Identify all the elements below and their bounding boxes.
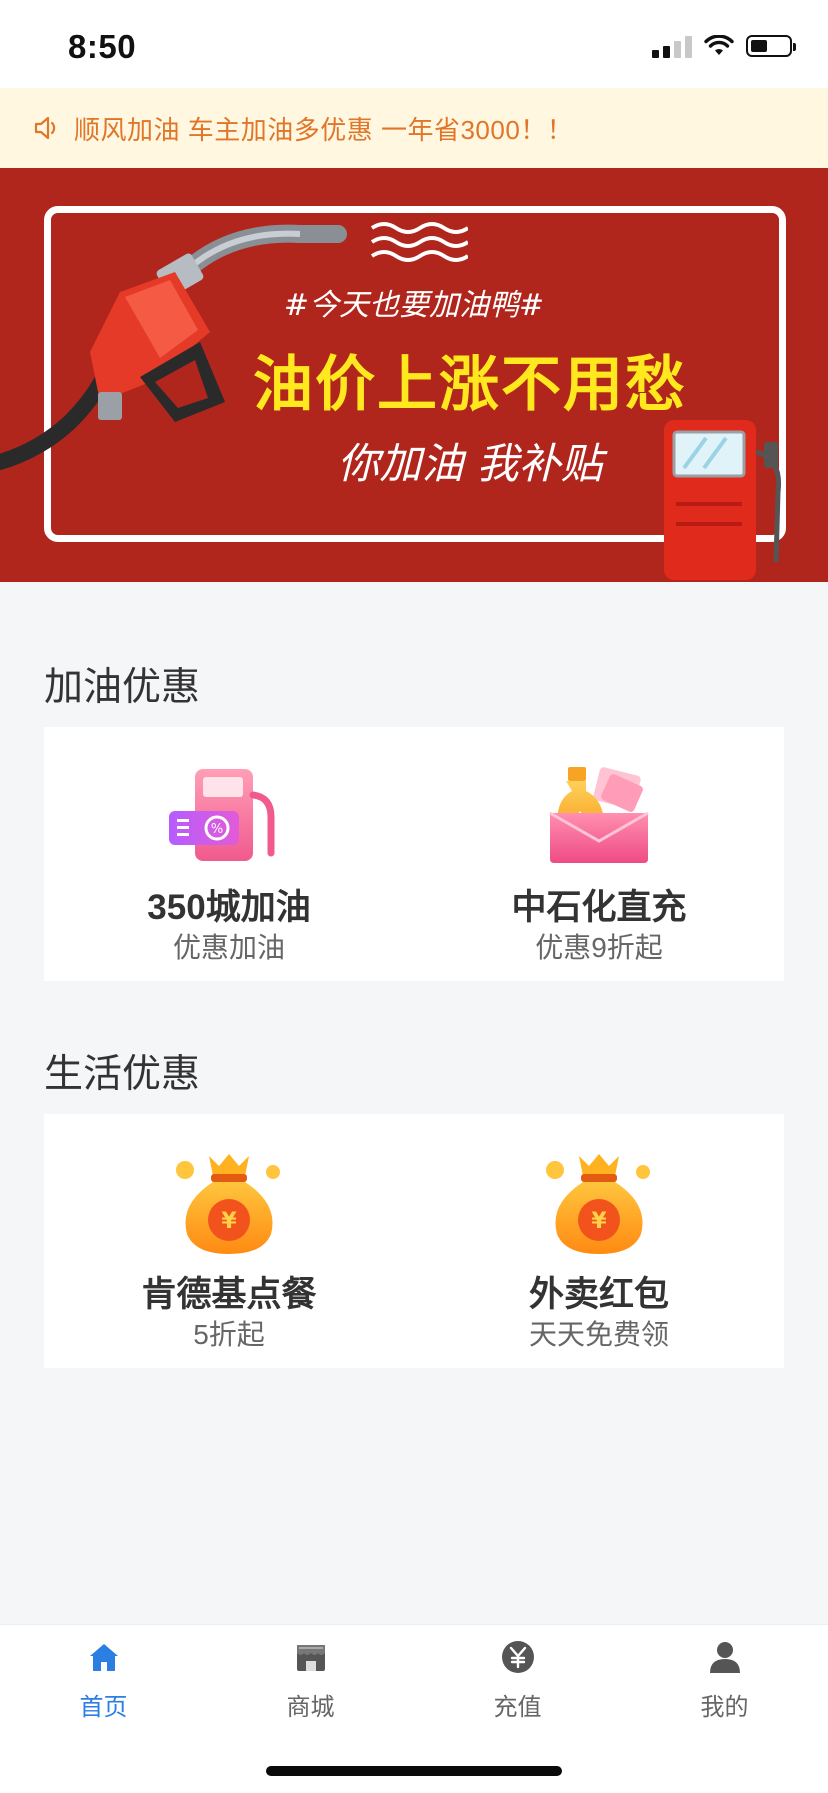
section-title-fuel: 加油优惠 [44, 666, 201, 709]
shop-icon [296, 1645, 325, 1671]
deal-item-350-city[interactable]: % 350城加油 优惠加油 [44, 727, 414, 981]
oil-red-packet-icon [549, 767, 649, 863]
tab-label: 首页 [79, 1694, 128, 1721]
tab-label: 充值 [493, 1694, 542, 1721]
notice-text: 顺风加油 车主加油多优惠 一年省3000！！ [74, 114, 574, 145]
user-icon [709, 1642, 740, 1673]
tab-home[interactable]: 首页 [0, 1639, 207, 1722]
money-bag-icon: ¥ [546, 1154, 650, 1254]
money-bag-icon: ¥ [176, 1154, 280, 1254]
fuel-nozzle-icon [0, 224, 347, 470]
notice-bar[interactable]: 顺风加油 车主加油多优惠 一年省3000！！ [0, 88, 828, 168]
deal-title: 外卖红包 [528, 1275, 669, 1314]
deal-subtitle: 优惠加油 [172, 932, 285, 963]
tab-shop[interactable]: 商城 [207, 1639, 414, 1722]
fuel-deals-card: % 350城加油 优惠加油 中石化直充 优惠9折起 [44, 727, 784, 981]
home-icon [89, 1644, 118, 1671]
deal-subtitle: 优惠9折起 [535, 932, 663, 963]
deal-title: 肯德基点餐 [141, 1275, 317, 1314]
deal-item-kfc[interactable]: ¥ 肯德基点餐 5折起 [44, 1114, 414, 1368]
wifi-icon [704, 35, 734, 55]
tab-recharge[interactable]: 充值 [414, 1639, 621, 1722]
speaker-icon [34, 116, 56, 140]
deal-title: 中石化直充 [511, 888, 687, 927]
svg-text:¥: ¥ [221, 1209, 237, 1234]
cellular-signal-icon [652, 34, 692, 58]
deal-item-sinopec[interactable]: 中石化直充 优惠9折起 [414, 727, 784, 981]
life-deals-card: ¥ 肯德基点餐 5折起 ¥ 外卖红包 天天免费领 [44, 1114, 784, 1368]
battery-icon [746, 35, 796, 57]
deal-subtitle: 5折起 [193, 1319, 265, 1350]
deal-subtitle: 天天免费领 [528, 1319, 669, 1350]
deal-title: 350城加油 [147, 888, 311, 927]
status-bar: 8:50 [0, 0, 828, 88]
tab-mine[interactable]: 我的 [621, 1639, 828, 1722]
section-title-life: 生活优惠 [44, 1053, 201, 1096]
status-time: 8:50 [68, 28, 137, 65]
tab-label: 我的 [700, 1694, 749, 1721]
battery-level [751, 40, 768, 52]
status-icons [652, 34, 796, 58]
svg-text:¥: ¥ [591, 1209, 607, 1234]
promo-banner[interactable]: #今天也要加油鸭# 油价上涨不用愁 你加油 我补贴 [0, 168, 828, 582]
deal-item-takeout[interactable]: ¥ 外卖红包 天天免费领 [414, 1114, 784, 1368]
fuel-pump-icon [664, 420, 782, 580]
svg-text:%: % [211, 822, 223, 837]
fuel-pump-discount-icon: % [169, 769, 275, 861]
home-indicator [266, 1766, 562, 1776]
waves-icon [370, 222, 468, 262]
recharge-icon [501, 1641, 534, 1673]
tab-label: 商城 [286, 1694, 335, 1721]
